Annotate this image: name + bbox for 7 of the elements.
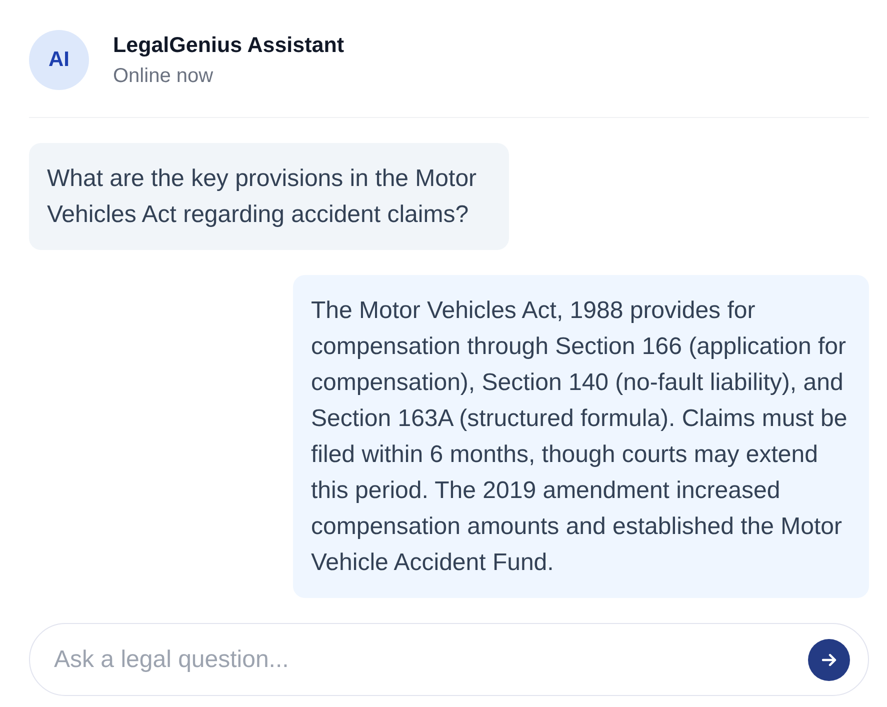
arrow-right-icon <box>822 653 836 667</box>
assistant-name: LegalGenius Assistant <box>113 32 344 59</box>
status-text: Online now <box>113 64 214 89</box>
message-bubble: The Motor Vehicles Act, 1988 provides for compensation through Section 166 (application for compensation), Section 140 (no-fault liability), and Section 163A (structured formula). Claims must be filed within 6 months, though courts may extend this period. The 2019 amendment increased compensation amounts and established the Motor Vehicle Accident Fund. <box>293 275 869 598</box>
avatar: AI <box>29 30 89 90</box>
input-field[interactable]: Ask a legal question... <box>29 623 869 696</box>
message-bubble: What are the key provisions in the Motor Vehicles Act regarding accident claims? <box>29 143 509 250</box>
